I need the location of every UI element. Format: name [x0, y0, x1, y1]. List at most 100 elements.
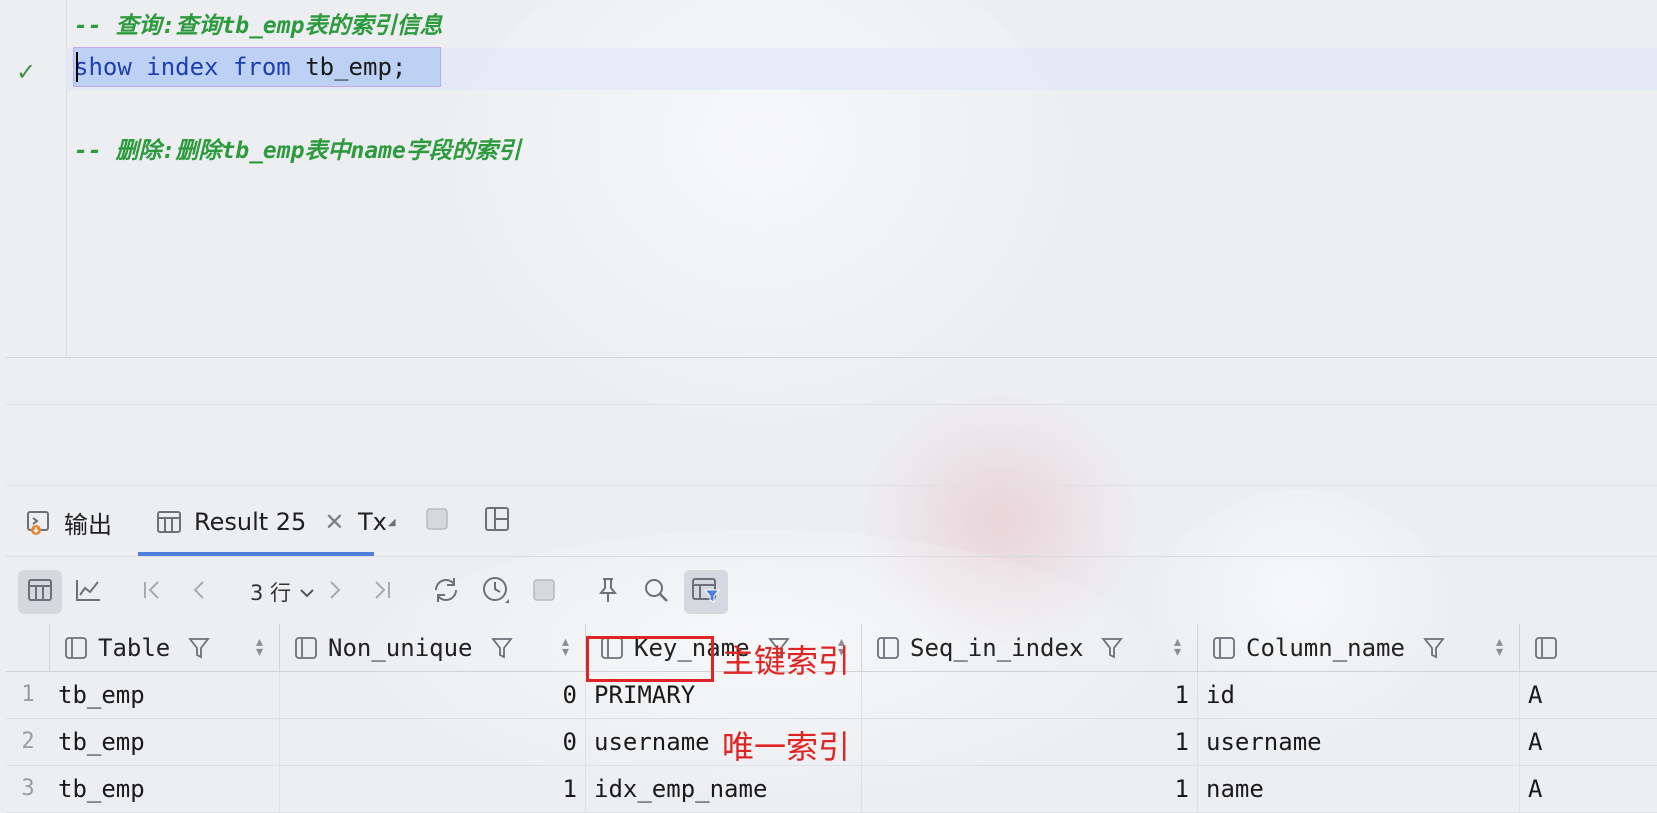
column-icon — [294, 636, 318, 660]
search-icon — [643, 577, 669, 607]
cell-column-name[interactable]: id — [1198, 672, 1520, 718]
sql-semicolon: ; — [391, 53, 407, 81]
result-toolbar: 3 行 — [6, 560, 1657, 624]
sort-icon[interactable]: ▴ ▾ — [1174, 635, 1181, 659]
row-number: 1 — [21, 682, 35, 707]
cell-table[interactable]: tb_emp — [50, 766, 280, 812]
grid-view-icon — [27, 577, 53, 607]
column-header-table[interactable]: Table ▴ ▾ — [50, 624, 280, 672]
sort-icon[interactable]: ▴ ▾ — [256, 635, 263, 659]
first-page-icon — [140, 578, 164, 606]
stop-tx-button[interactable] — [424, 488, 450, 556]
dropdown-corner-icon: ◢ — [387, 516, 396, 528]
editor-gutter: ✓ — [6, 0, 67, 358]
tab-transaction[interactable]: Tx ◢ — [358, 488, 396, 556]
filter-icon[interactable] — [1101, 636, 1124, 660]
prev-page-icon — [188, 578, 212, 606]
sql-keyword-from: from — [232, 53, 291, 81]
stop-query-button[interactable] — [522, 570, 566, 614]
rows-count-label: 3 行 — [250, 581, 292, 605]
console-output-icon — [26, 509, 52, 535]
editor-divider — [6, 357, 1657, 358]
cell-table[interactable]: tb_emp — [50, 672, 280, 718]
next-page-button[interactable] — [312, 570, 356, 614]
sql-comment-query: -- 查询:查询tb_emp表的索引信息 — [74, 13, 443, 39]
cell-non-unique[interactable]: 0 — [280, 672, 586, 718]
tab-result-label: Result 25 — [194, 508, 307, 536]
cell-column-name[interactable]: name — [1198, 766, 1520, 812]
tab-output[interactable]: 输出 — [26, 488, 112, 556]
annotation-primary-key: 主键索引 — [722, 642, 851, 680]
last-page-button[interactable] — [360, 570, 404, 614]
cell-next[interactable]: A — [1520, 719, 1657, 765]
filter-icon[interactable] — [1423, 636, 1445, 660]
sort-icon[interactable]: ▴ ▾ — [562, 635, 569, 659]
cell-non-unique[interactable]: 0 — [280, 719, 586, 765]
panel-divider — [6, 485, 1657, 486]
filter-panel-icon — [691, 576, 721, 608]
annotation-unique-index: 唯一索引 — [722, 728, 851, 766]
cell-seq-in-index[interactable]: 1 — [862, 719, 1198, 765]
cell-next[interactable]: A — [1520, 766, 1657, 812]
row-number-header — [6, 624, 50, 672]
cell-seq-in-index[interactable]: 1 — [862, 766, 1198, 812]
cell-column-name[interactable]: username — [1198, 719, 1520, 765]
refresh-icon — [431, 576, 461, 608]
column-icon — [64, 636, 88, 660]
stop-icon — [424, 506, 450, 538]
sql-statement[interactable]: show index from tb_emp; — [74, 51, 406, 83]
column-icon — [876, 636, 900, 660]
close-icon[interactable]: ✕ — [324, 508, 344, 536]
active-tab-indicator — [138, 552, 374, 556]
sort-icon[interactable]: ▴ ▾ — [1496, 635, 1503, 659]
cell-table[interactable]: tb_emp — [50, 719, 280, 765]
sql-comment-delete: -- 删除:删除tb_emp表中name字段的索引 — [74, 138, 521, 164]
refresh-button[interactable] — [424, 570, 468, 614]
table-grid-icon — [156, 509, 182, 535]
rows-count-selector[interactable]: 3 行 — [250, 574, 315, 610]
sql-editor[interactable]: ✓ -- 查询:查询tb_emp表的索引信息 show index from t… — [6, 0, 1657, 358]
column-icon — [1212, 636, 1236, 660]
table-row[interactable]: 3 tb_emp 1 idx_emp_name 1 name A — [6, 766, 1657, 813]
result-tab-bar: 输出 Result 25 ✕ Tx ◢ — [6, 488, 1657, 557]
stop-icon — [531, 577, 557, 607]
column-header-label: Table — [98, 633, 171, 662]
tab-result-25[interactable]: Result 25 ✕ — [156, 488, 344, 556]
column-header-seq-in-index[interactable]: Seq_in_index ▴ ▾ — [862, 624, 1198, 672]
column-header-next[interactable] — [1520, 624, 1657, 672]
cell-next[interactable]: A — [1520, 672, 1657, 718]
cell-seq-in-index[interactable]: 1 — [862, 672, 1198, 718]
filter-panel-button[interactable] — [684, 570, 728, 614]
search-button[interactable] — [634, 570, 678, 614]
tab-tx-label: Tx — [358, 508, 387, 536]
cell-key-name[interactable]: idx_emp_name — [586, 766, 862, 812]
column-header-label: Non_unique — [328, 633, 473, 662]
next-page-icon — [322, 578, 346, 606]
last-page-icon — [370, 578, 394, 606]
pin-tab-button[interactable] — [586, 570, 630, 614]
pin-icon — [596, 576, 620, 608]
column-header-column-name[interactable]: Column_name ▴ ▾ — [1198, 624, 1520, 672]
history-icon — [481, 575, 511, 609]
execution-success-check-icon: ✓ — [16, 58, 37, 86]
column-header-label: Seq_in_index — [910, 633, 1084, 662]
layout-icon — [484, 506, 510, 538]
column-header-non-unique[interactable]: Non_unique ▴ ▾ — [280, 624, 586, 672]
cell-non-unique[interactable]: 1 — [280, 766, 586, 812]
annotation-highlight-box — [586, 636, 714, 682]
row-number: 3 — [21, 776, 35, 801]
tab-output-label: 输出 — [64, 510, 112, 539]
sql-keyword-index: index — [146, 53, 219, 81]
chart-view-button[interactable] — [66, 570, 110, 614]
history-button[interactable] — [474, 570, 518, 614]
text-caret — [76, 52, 78, 82]
grid-view-button[interactable] — [18, 570, 62, 614]
prev-page-button[interactable] — [178, 570, 222, 614]
layout-button[interactable] — [484, 488, 510, 556]
panel-divider — [6, 404, 1657, 405]
filter-icon[interactable] — [188, 636, 211, 660]
sql-keyword-show: show — [74, 53, 132, 81]
first-page-button[interactable] — [130, 570, 174, 614]
filter-icon[interactable] — [490, 636, 513, 660]
sql-table-name: tb_emp — [305, 53, 392, 81]
